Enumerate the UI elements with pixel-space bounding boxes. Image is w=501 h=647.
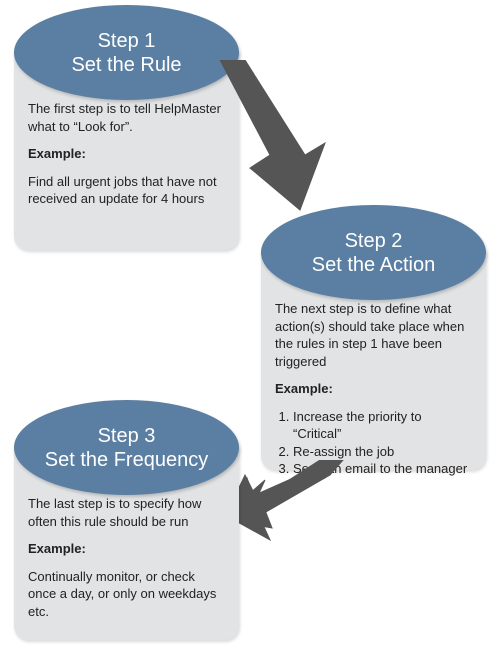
step-2-example-label: Example: (275, 380, 472, 398)
step-2-intro: The next step is to define what action(s… (275, 300, 472, 370)
step-3-step-line: Step 3 (14, 424, 239, 448)
step-3-body: The last step is to specify how often th… (28, 495, 225, 620)
step-3-example-label: Example: (28, 540, 225, 558)
step-2-header: Step 2 Set the Action (261, 205, 486, 300)
step-2-body: The next step is to define what action(s… (275, 300, 472, 478)
step-3-intro: The last step is to specify how often th… (28, 495, 225, 530)
arrow-step1-to-step2 (190, 60, 340, 220)
step-3-title: Set the Frequency (14, 448, 239, 472)
arrow-step2-to-step3 (225, 460, 345, 550)
step-2-step-line: Step 2 (261, 229, 486, 253)
step-1-step-line: Step 1 (14, 29, 239, 53)
step-3-header: Step 3 Set the Frequency (14, 400, 239, 495)
step-3-example-text: Continually monitor, or check once a day… (28, 568, 225, 621)
step-2-example-item-2: Re-assign the job (293, 443, 472, 461)
step-2-example-item-1: Increase the priority to “Critical” (293, 408, 472, 443)
step-2-title: Set the Action (261, 253, 486, 277)
